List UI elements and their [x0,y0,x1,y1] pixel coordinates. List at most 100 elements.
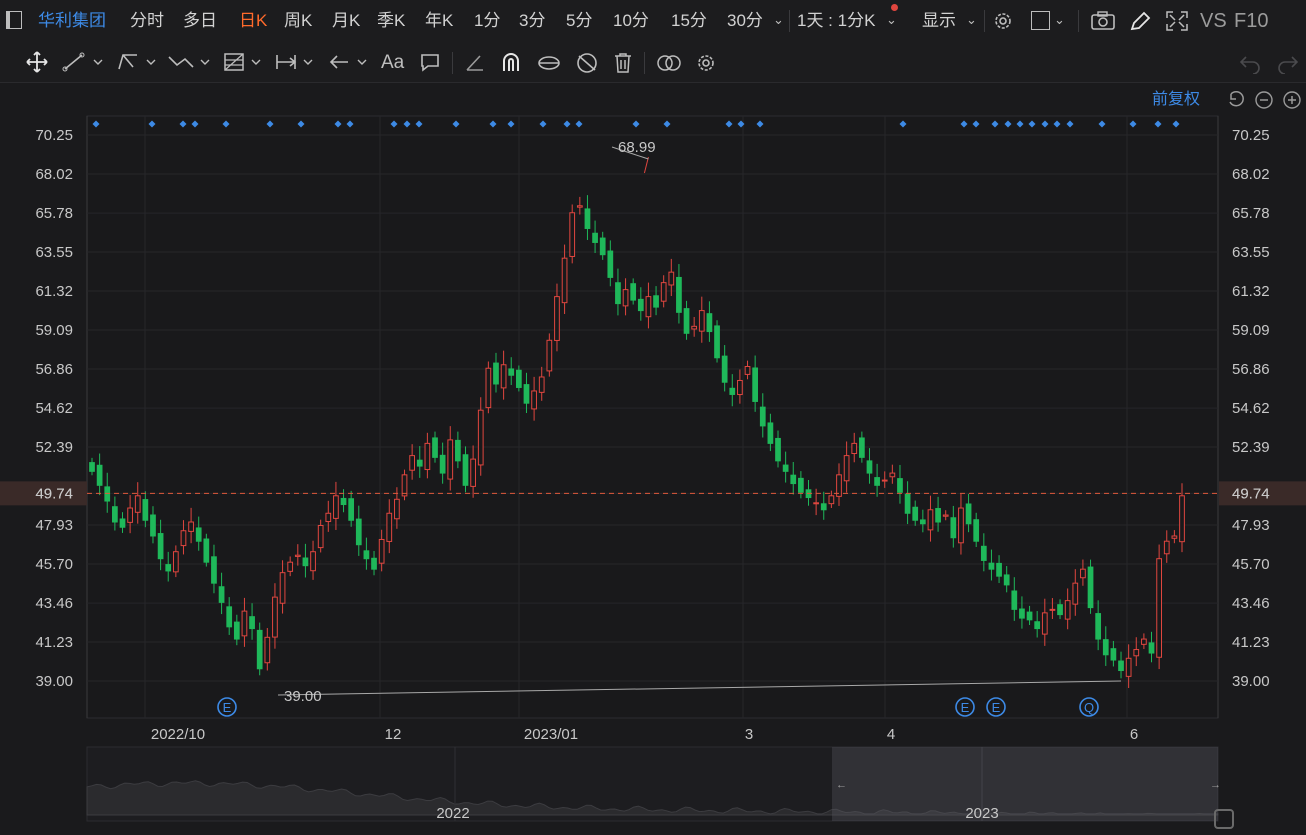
candle[interactable] [256,622,263,676]
candle-body [782,464,789,472]
candle-body [630,283,637,301]
candle-body [333,495,339,519]
period-tab[interactable]: 日K [239,0,267,42]
period-tab[interactable]: 季K [377,0,405,42]
layout-icon[interactable] [1031,11,1050,30]
candle-body [645,296,652,318]
candle-body [1118,660,1124,672]
interval-select[interactable]: 1天 : 1分K [797,0,875,42]
candle-body [942,514,949,517]
chevron-down-icon[interactable]: ⌄ [773,12,784,28]
max-price-label: 68.99 [618,139,656,156]
candle-body [424,442,431,471]
period-tab[interactable]: 分时 [130,0,164,42]
trash-icon[interactable] [612,51,634,75]
arrow-tool-icon[interactable] [328,51,372,73]
navigator-handle-right[interactable]: → [1210,779,1221,791]
fullscreen-icon[interactable] [1165,10,1189,32]
candle[interactable] [203,533,210,567]
brush-icon[interactable] [464,52,486,74]
candle-body [1133,649,1140,657]
redo-icon[interactable] [1276,52,1300,74]
candle-body [1171,535,1178,539]
y-tick-label: 43.46 [1232,595,1270,612]
candlestick-chart[interactable]: 68.99 39.00 49.74 49.74 E E E Q 70.25 70.25 68.02… [0,82,1306,835]
candle-body [455,439,461,462]
comment-tool-icon[interactable] [419,52,441,74]
event-marker-letter: E [992,700,1001,715]
period-tab[interactable]: 1分 [474,0,500,42]
candle[interactable] [485,361,492,414]
display-menu[interactable]: 显示 [922,0,956,42]
stock-name[interactable]: 华利集团 [38,0,106,42]
period-tab[interactable]: 月K [332,0,360,42]
undo-icon[interactable] [1238,52,1262,74]
pencil-icon[interactable] [1128,10,1152,32]
candle-body [493,362,499,385]
lock-drawings-icon[interactable] [536,51,562,75]
candle-body [531,390,537,410]
y-tick-label: 63.55 [35,244,73,261]
chevron-down-icon[interactable]: ⌄ [966,12,977,28]
period-tab[interactable]: 3分 [519,0,545,42]
chevron-down-icon[interactable]: ⌄ [886,12,897,28]
divider [1078,10,1079,32]
text-tool-icon[interactable]: Aa [381,52,404,74]
candle-body [226,606,233,628]
ray-tool-icon[interactable] [115,51,159,73]
navigator-selection[interactable] [832,747,1218,821]
line-tool-icon[interactable] [62,51,106,73]
navigator-handle-left[interactable]: ← [836,779,847,791]
candle-body [691,325,698,330]
chevron-down-icon[interactable]: ⌄ [1054,12,1065,28]
magnet-icon[interactable] [500,51,522,75]
vs-button[interactable]: VS [1200,0,1227,42]
divider [644,52,645,74]
period-tab[interactable]: 年K [425,0,453,42]
y-tick-label: 45.70 [35,556,73,573]
move-icon[interactable] [24,50,50,74]
candle-body [416,459,423,467]
period-tab[interactable]: 30分 [727,0,763,42]
candle[interactable] [569,204,576,264]
candle-body [1148,642,1155,654]
compare-icon[interactable] [655,52,683,74]
candle-body [272,596,278,638]
candle-body [515,369,522,388]
candle-body [637,298,644,312]
y-tick-label: 65.78 [1232,205,1270,222]
candle-body [775,437,781,462]
candle-body [310,551,316,572]
candle-body [1163,540,1170,555]
hide-drawings-icon[interactable] [574,51,600,75]
period-tab[interactable]: 10分 [613,0,649,42]
candle-body [714,325,720,359]
settings-icon[interactable] [694,52,718,74]
candle[interactable] [546,333,553,377]
period-tab[interactable]: 15分 [671,0,707,42]
period-tab[interactable]: 多日 [183,0,217,42]
candle[interactable] [1087,559,1094,614]
f10-button[interactable]: F10 [1234,0,1268,42]
candle[interactable] [1156,544,1162,670]
period-tab[interactable]: 周K [284,0,312,42]
candle-body [249,616,255,630]
candle-body [599,237,606,256]
y-tick-label: 54.62 [35,400,73,417]
camera-icon[interactable] [1090,10,1116,32]
fib-tool-icon[interactable] [222,51,266,73]
candle-body [1057,604,1063,616]
wave-tool-icon[interactable] [167,51,213,73]
plot-area [86,115,1219,719]
candle[interactable] [714,320,720,363]
period-tab[interactable]: 5分 [566,0,592,42]
candle-body [927,509,934,531]
panel-toggle-icon[interactable] [6,11,22,29]
candle-body [660,282,667,302]
candle-body [165,564,172,572]
y-tick-label: 61.32 [1232,283,1270,300]
range-tool-icon[interactable] [274,51,318,73]
gear-icon[interactable] [991,10,1015,32]
logo-mark-icon [1214,809,1234,830]
candle-body [1064,600,1071,620]
